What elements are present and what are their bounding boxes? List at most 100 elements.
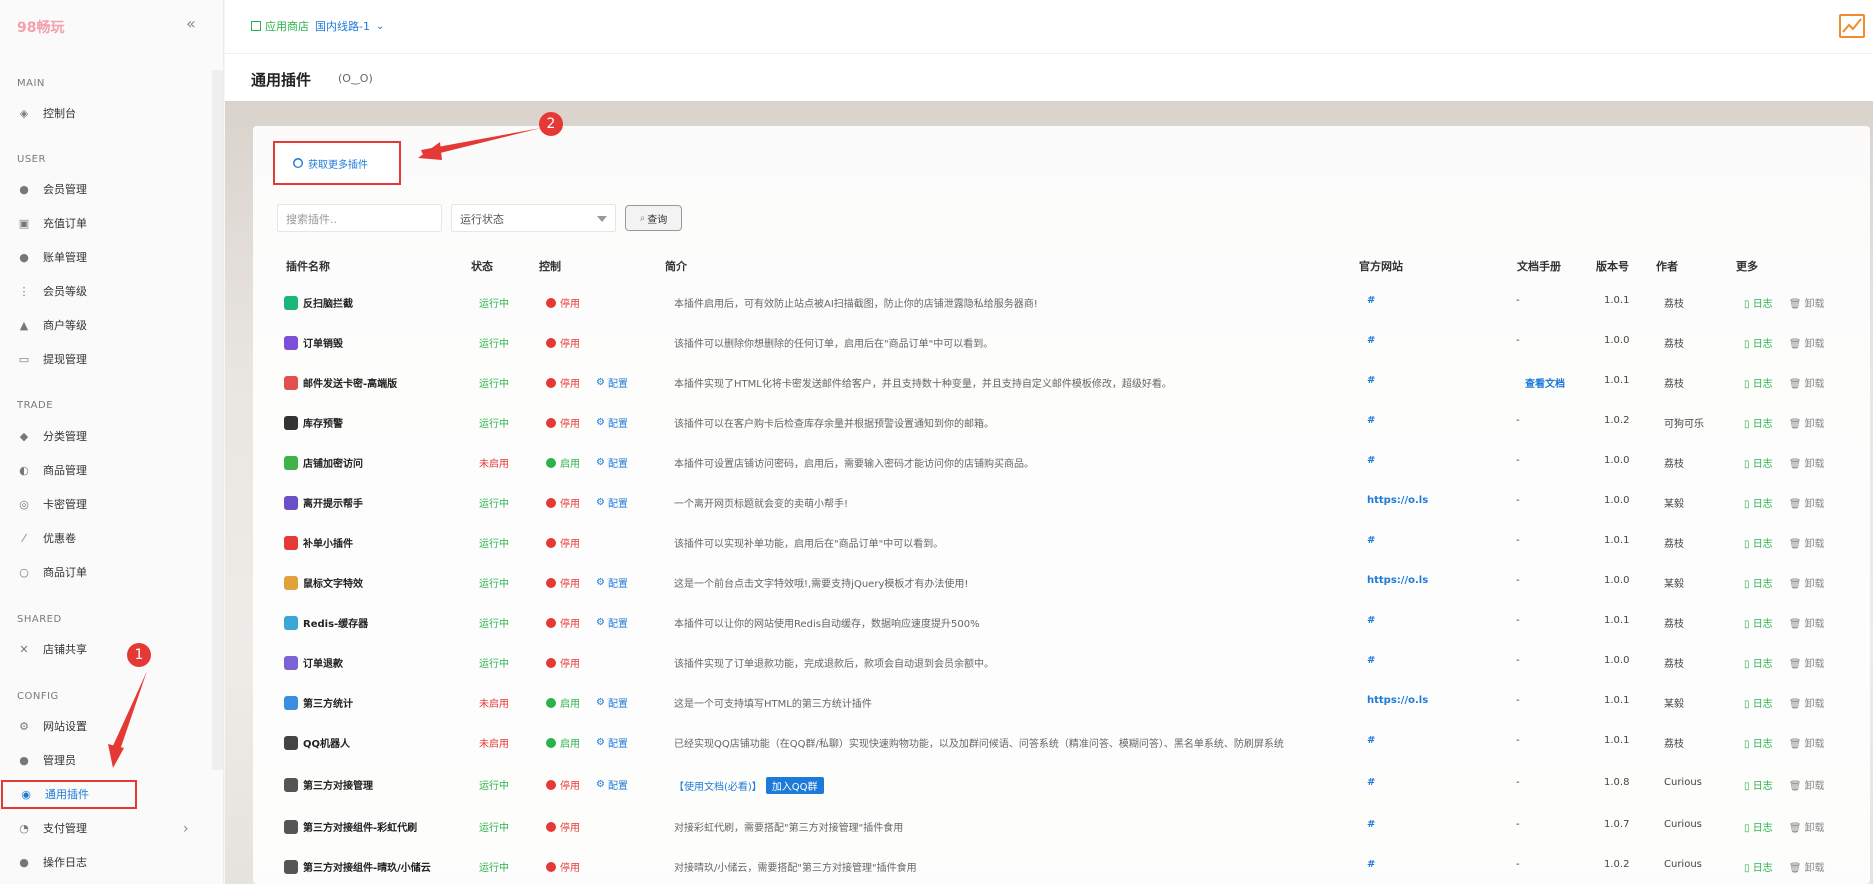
- uninstall-button[interactable]: 🗑 卸载: [1789, 455, 1825, 470]
- log-button[interactable]: ▯ 日志: [1744, 615, 1773, 630]
- uninstall-button[interactable]: 🗑 卸载: [1789, 615, 1825, 630]
- site-link[interactable]: #: [1367, 295, 1375, 306]
- site-link[interactable]: #: [1367, 375, 1375, 386]
- sidebar-item-category[interactable]: ◆ 分类管理: [17, 425, 87, 447]
- sidebar-item-shop-share[interactable]: ✕ 店铺共享: [17, 638, 87, 660]
- sidebar-item-recharge[interactable]: ▣ 充值订单: [17, 212, 87, 234]
- sidebar-item-merchant-level[interactable]: ▲ 商户等级: [17, 314, 87, 336]
- log-button[interactable]: ▯ 日志: [1744, 575, 1773, 590]
- log-button[interactable]: ▯ 日志: [1744, 495, 1773, 510]
- log-button[interactable]: ▯ 日志: [1744, 819, 1773, 834]
- join-qq-group-button[interactable]: 加入QQ群: [765, 777, 824, 794]
- sidebar-item-products[interactable]: ◐ 商品管理: [17, 459, 87, 481]
- sidebar-item-cards[interactable]: ◎ 卡密管理: [17, 493, 87, 515]
- site-link[interactable]: #: [1367, 615, 1375, 626]
- site-link[interactable]: #: [1367, 455, 1375, 466]
- sidebar-item-withdraw[interactable]: ▭ 提现管理: [17, 348, 87, 370]
- log-button[interactable]: ▯ 日志: [1744, 735, 1773, 750]
- config-button[interactable]: ⚙ 配置: [596, 415, 628, 430]
- site-link[interactable]: #: [1367, 335, 1375, 346]
- site-link[interactable]: #: [1367, 655, 1375, 666]
- site-link[interactable]: #: [1367, 535, 1375, 546]
- store-switcher[interactable]: 应用商店 国内线路-1 ⌄: [251, 18, 384, 34]
- config-button[interactable]: ⚙ 配置: [596, 735, 628, 750]
- site-link[interactable]: #: [1367, 777, 1375, 788]
- log-button[interactable]: ▯ 日志: [1744, 455, 1773, 470]
- sidebar-item-orders[interactable]: ○ 商品订单: [17, 561, 87, 583]
- toggle-button[interactable]: 停用: [546, 375, 580, 390]
- sidebar-item-payment[interactable]: ◔ 支付管理: [17, 817, 87, 839]
- uninstall-button[interactable]: 🗑 卸载: [1789, 335, 1825, 350]
- sidebar-item-site-settings[interactable]: ⚙ 网站设置: [17, 715, 87, 737]
- toggle-button[interactable]: 启用: [546, 455, 580, 470]
- toggle-button[interactable]: 停用: [546, 535, 580, 550]
- log-button[interactable]: ▯ 日志: [1744, 655, 1773, 670]
- toggle-button[interactable]: 停用: [546, 295, 580, 310]
- trend-chart-icon[interactable]: [1839, 14, 1865, 38]
- site-link[interactable]: https://o.ls: [1367, 695, 1428, 706]
- site-link[interactable]: #: [1367, 819, 1375, 830]
- config-button[interactable]: ⚙ 配置: [596, 695, 628, 710]
- status-select[interactable]: 运行状态: [451, 204, 616, 232]
- uninstall-button[interactable]: 🗑 卸载: [1789, 735, 1825, 750]
- log-button[interactable]: ▯ 日志: [1744, 375, 1773, 390]
- toggle-button[interactable]: 停用: [546, 819, 580, 834]
- power-icon: [546, 697, 556, 708]
- uninstall-button[interactable]: 🗑 卸载: [1789, 295, 1825, 310]
- site-link[interactable]: #: [1367, 415, 1375, 426]
- sidebar-item-logs[interactable]: ● 操作日志: [17, 851, 87, 873]
- uninstall-button[interactable]: 🗑 卸载: [1789, 375, 1825, 390]
- collapse-icon[interactable]: «: [186, 14, 196, 33]
- doc-link[interactable]: 查看文档: [1525, 375, 1565, 390]
- uninstall-button[interactable]: 🗑 卸载: [1789, 695, 1825, 710]
- config-button[interactable]: ⚙ 配置: [596, 375, 628, 390]
- sidebar-item-bills[interactable]: ● 账单管理: [17, 246, 87, 268]
- toggle-button[interactable]: 停用: [546, 575, 580, 590]
- site-link[interactable]: https://o.ls: [1367, 495, 1428, 506]
- log-button[interactable]: ▯ 日志: [1744, 535, 1773, 550]
- uninstall-button[interactable]: 🗑 卸载: [1789, 777, 1825, 792]
- site-link[interactable]: https://o.ls: [1367, 575, 1428, 586]
- search-input[interactable]: 搜索插件..: [277, 204, 442, 232]
- sidebar-item-members[interactable]: ● 会员管理: [17, 178, 87, 200]
- site-link[interactable]: #: [1367, 859, 1375, 870]
- sidebar-item-dashboard[interactable]: ◈ 控制台: [17, 102, 76, 124]
- gear-icon: ⚙: [596, 697, 605, 708]
- toggle-button[interactable]: 停用: [546, 655, 580, 670]
- config-button[interactable]: ⚙ 配置: [596, 777, 628, 792]
- log-button[interactable]: ▯ 日志: [1744, 295, 1773, 310]
- uninstall-button[interactable]: 🗑 卸载: [1789, 575, 1825, 590]
- sidebar-item-member-level[interactable]: ⋮ 会员等级: [17, 280, 88, 302]
- toggle-button[interactable]: 停用: [546, 859, 580, 874]
- log-button[interactable]: ▯ 日志: [1744, 695, 1773, 710]
- uninstall-button[interactable]: 🗑 卸载: [1789, 535, 1825, 550]
- log-button[interactable]: ▯ 日志: [1744, 777, 1773, 792]
- query-button[interactable]: ⌕ 查询: [625, 205, 682, 231]
- sidebar-scrollbar[interactable]: [212, 70, 223, 770]
- app-logo[interactable]: 98畅玩: [17, 17, 64, 37]
- toggle-button[interactable]: 启用: [546, 695, 580, 710]
- toggle-button[interactable]: 停用: [546, 335, 580, 350]
- site-link[interactable]: #: [1367, 735, 1375, 746]
- toggle-button[interactable]: 停用: [546, 777, 580, 792]
- config-button[interactable]: ⚙ 配置: [596, 575, 628, 590]
- toggle-button[interactable]: 停用: [546, 495, 580, 510]
- log-button[interactable]: ▯ 日志: [1744, 335, 1773, 350]
- toggle-button[interactable]: 停用: [546, 615, 580, 630]
- sidebar-item-coupons[interactable]: ⁄ 优惠卷: [17, 527, 76, 549]
- uninstall-button[interactable]: 🗑 卸载: [1789, 495, 1825, 510]
- get-more-plugins-button[interactable]: ⬤ 获取更多插件: [273, 141, 401, 185]
- uninstall-button[interactable]: 🗑 卸载: [1789, 655, 1825, 670]
- uninstall-button[interactable]: 🗑 卸载: [1789, 819, 1825, 834]
- uninstall-button[interactable]: 🗑 卸载: [1789, 415, 1825, 430]
- toggle-button[interactable]: 停用: [546, 415, 580, 430]
- doc-link: -: [1516, 859, 1520, 870]
- config-button[interactable]: ⚙ 配置: [596, 615, 628, 630]
- config-button[interactable]: ⚙ 配置: [596, 495, 628, 510]
- uninstall-button[interactable]: 🗑 卸载: [1789, 859, 1825, 874]
- toggle-button[interactable]: 启用: [546, 735, 580, 750]
- log-button[interactable]: ▯ 日志: [1744, 859, 1773, 874]
- log-button[interactable]: ▯ 日志: [1744, 415, 1773, 430]
- config-button[interactable]: ⚙ 配置: [596, 455, 628, 470]
- sidebar-item-admins[interactable]: ● 管理员: [17, 749, 76, 771]
